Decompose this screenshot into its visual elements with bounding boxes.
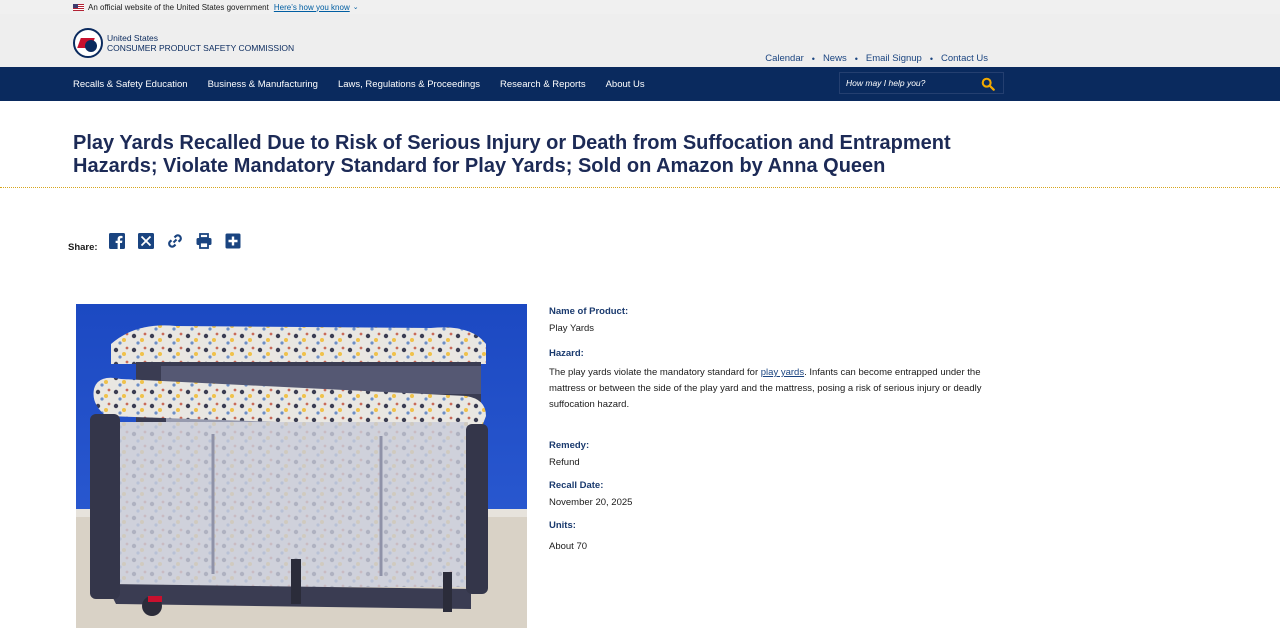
utility-link-calendar[interactable]: Calendar [765, 53, 804, 64]
agency-line-1: United States [107, 33, 159, 43]
recall-date-value: November 20, 2025 [549, 497, 633, 508]
units-label: Units: [549, 520, 576, 531]
us-flag-icon [73, 3, 84, 11]
hazard-label: Hazard: [549, 348, 584, 359]
chevron-down-icon[interactable]: ⌄ [353, 3, 359, 11]
agency-line-2: CONSUMER PRODUCT SAFETY COMMISSION [107, 43, 295, 53]
nav-item-research[interactable]: Research & Reports [500, 79, 586, 90]
recall-date-label: Recall Date: [549, 480, 604, 491]
cpsc-logo[interactable]: United States CONSUMER PRODUCT SAFETY CO… [73, 28, 294, 58]
remedy-value: Refund [549, 457, 580, 468]
product-name-label: Name of Product: [549, 306, 629, 317]
search-box [839, 72, 1004, 94]
product-image [76, 304, 527, 628]
share-bar: Share: [68, 228, 253, 253]
cpsc-seal-icon [73, 28, 103, 58]
title-divider [0, 187, 1280, 188]
agency-name: United States CONSUMER PRODUCT SAFETY CO… [107, 33, 294, 53]
print-icon[interactable] [195, 232, 213, 250]
utility-link-email-signup[interactable]: Email Signup [866, 53, 922, 64]
recall-details: Name of Product: Play Yards Hazard: The … [549, 306, 1009, 555]
product-name-value: Play Yards [549, 323, 595, 334]
facebook-icon[interactable] [108, 232, 126, 250]
gov-banner-text: An official website of the United States… [88, 2, 269, 12]
search-input[interactable] [840, 78, 970, 88]
separator: • [811, 53, 815, 64]
units-value: About 70 [549, 541, 588, 552]
nav-item-about[interactable]: About Us [606, 79, 645, 90]
utility-nav: Calendar • News • Email Signup • Contact… [765, 53, 988, 64]
hazard-text-part-1: The play yards violate the mandatory sta… [549, 367, 761, 378]
page-title: Play Yards Recalled Due to Risk of Serio… [73, 132, 951, 177]
share-label: Share: [68, 242, 98, 253]
utility-link-news[interactable]: News [823, 53, 847, 64]
nav-item-laws[interactable]: Laws, Regulations & Proceedings [338, 79, 480, 90]
nav-item-business[interactable]: Business & Manufacturing [208, 79, 318, 90]
link-icon[interactable] [166, 232, 184, 250]
search-icon[interactable] [981, 77, 995, 91]
utility-link-contact-us[interactable]: Contact Us [941, 53, 988, 64]
site-header: United States CONSUMER PRODUCT SAFETY CO… [0, 14, 1280, 67]
play-yards-link[interactable]: play yards [761, 367, 804, 378]
main-nav: Recalls & Safety Education Business & Ma… [0, 67, 1280, 101]
plus-icon[interactable] [224, 232, 242, 250]
gov-banner: An official website of the United States… [0, 0, 1280, 14]
play-yard-photo [76, 304, 527, 628]
nav-item-recalls[interactable]: Recalls & Safety Education [73, 79, 188, 90]
remedy-label: Remedy: [549, 440, 590, 451]
separator: • [929, 53, 933, 64]
hazard-text: The play yards violate the mandatory sta… [549, 365, 1009, 413]
heres-how-you-know-link[interactable]: Here’s how you know [274, 3, 350, 12]
separator: • [854, 53, 858, 64]
x-icon[interactable] [137, 232, 155, 250]
title-section: Play Yards Recalled Due to Risk of Serio… [0, 101, 960, 178]
